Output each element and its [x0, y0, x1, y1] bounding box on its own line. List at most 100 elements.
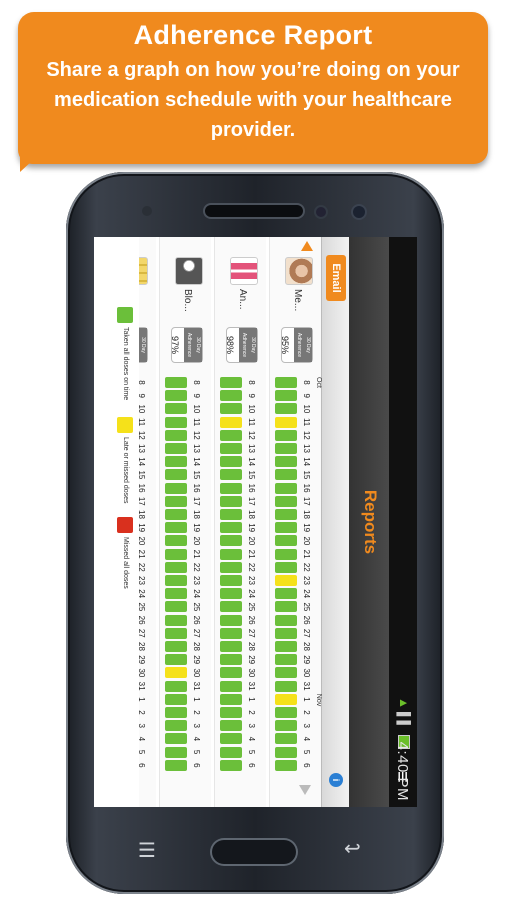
reports-app: ≡ ▲ ▌▌ 4:40 PM Reports Email i Oct Nov Me.… — [94, 237, 417, 807]
day-number: 4 — [302, 736, 311, 742]
day-number: 19 — [192, 523, 201, 533]
day-status-cell — [275, 759, 297, 771]
day-status-cell — [165, 759, 187, 771]
day-status-cell — [220, 759, 242, 771]
day-status-cell — [220, 707, 242, 718]
day-status-cell — [275, 575, 297, 586]
day-number: 14 — [247, 457, 256, 467]
day-status-cell — [275, 456, 297, 468]
title-bar: Reports — [349, 237, 389, 807]
day-number: 3 — [192, 723, 201, 728]
day-status-cell — [220, 509, 242, 520]
day-status-cell — [165, 746, 187, 758]
day-number: 20 — [247, 536, 256, 546]
info-icon[interactable]: i — [329, 773, 343, 787]
day-status-cell — [275, 667, 297, 679]
day-number: 24 — [302, 589, 311, 599]
wifi-icon: ▲ — [397, 697, 411, 709]
day-status-cell — [165, 627, 187, 639]
day-number: 8 — [302, 380, 311, 385]
day-number: 30 — [247, 668, 256, 678]
adherence-percent: 95% — [280, 335, 290, 354]
day-status-cell — [275, 548, 297, 560]
day-status-cell — [220, 575, 242, 586]
adherence-percent: 97% — [170, 335, 180, 354]
proximity-sensor-icon — [316, 207, 326, 217]
day-status-cell — [220, 416, 242, 428]
day-number: 12 — [192, 430, 201, 440]
day-status-cell — [165, 680, 187, 692]
legend-swatch — [117, 417, 133, 433]
day-number: 14 — [192, 457, 201, 467]
menu-key-icon[interactable]: ☰ — [138, 838, 156, 863]
day-status-cell — [275, 416, 297, 428]
day-number: 23 — [302, 576, 311, 585]
day-number: 11 — [302, 417, 311, 427]
day-number: 25 — [247, 602, 256, 612]
banner-title: Adherence Report — [133, 20, 373, 50]
day-number: 20 — [192, 536, 201, 546]
day-number: 29 — [247, 655, 256, 665]
day-status-cell — [165, 443, 187, 454]
medication-row[interactable]: Blo... 30 Day Adherence 97% 8 9 10 11 12 13 14 15 1… — [159, 237, 211, 807]
day-status-cell — [220, 667, 242, 679]
day-status-cell — [275, 377, 297, 388]
person-avatar-icon — [285, 257, 313, 285]
day-number: 3 — [302, 723, 311, 728]
day-number: 30 — [192, 668, 201, 678]
scroll-up-arrow-icon[interactable] — [301, 241, 313, 251]
day-number: 6 — [247, 763, 256, 768]
banner-subtitle: Share a graph on how you’re doing on you… — [46, 59, 460, 141]
day-status-cell — [165, 733, 187, 745]
day-number: 10 — [192, 404, 201, 414]
pink-capsule-icon — [230, 257, 258, 285]
day-number: 28 — [302, 642, 311, 651]
day-status-cell — [220, 548, 242, 560]
day-status-cell — [220, 627, 242, 639]
scroll-down-arrow-icon[interactable] — [299, 785, 311, 795]
day-number: 21 — [247, 549, 256, 559]
day-status-cell — [275, 733, 297, 745]
home-button[interactable] — [212, 840, 296, 864]
day-status-cell — [220, 469, 242, 481]
day-number: 29 — [192, 655, 201, 665]
email-button[interactable]: Email — [326, 255, 346, 301]
day-status-cell — [220, 482, 242, 494]
day-number: 21 — [192, 549, 201, 559]
day-number: 27 — [302, 628, 311, 638]
day-status-cell — [220, 614, 242, 626]
day-status-cell — [275, 482, 297, 494]
month-label: Oct — [315, 377, 322, 388]
day-status-cell — [275, 654, 297, 666]
day-number: 18 — [302, 510, 311, 519]
day-status-cell — [165, 509, 187, 520]
back-key-icon[interactable]: ↩ — [344, 836, 361, 861]
medication-name: An... — [237, 289, 248, 310]
day-status-cell — [220, 495, 242, 507]
day-number: 22 — [302, 562, 311, 572]
day-status-cell — [220, 654, 242, 666]
signal-icon: ▌▌ — [397, 711, 411, 729]
day-number: 12 — [302, 430, 311, 440]
day-number: 10 — [302, 404, 311, 414]
day-number: 8 — [192, 380, 201, 385]
day-status-cell — [165, 720, 187, 732]
medication-row[interactable]: An... 30 Day Adherence 98% 8 9 10 11 12 13 14 15 16… — [214, 237, 266, 807]
day-status-cell — [275, 601, 297, 613]
day-number: 20 — [302, 536, 311, 546]
day-number: 17 — [302, 496, 311, 506]
day-number: 24 — [192, 589, 201, 599]
day-number: 5 — [302, 749, 311, 755]
day-status-cell — [275, 469, 297, 481]
day-status-cell — [275, 693, 297, 705]
adherence-label: 30 Day Adherence — [239, 328, 257, 362]
day-status-cell — [220, 456, 242, 468]
day-number: 9 — [302, 393, 311, 398]
day-status-cell — [165, 416, 187, 428]
legend-swatch — [117, 517, 133, 533]
day-status-cell — [165, 601, 187, 613]
adherence-percent: 98% — [225, 335, 235, 354]
day-status-cell — [220, 733, 242, 745]
day-number: 3 — [247, 723, 256, 728]
medication-row[interactable]: Oct Nov Me... 30 Day Adherence 95% 8 9 10 11 12 13… — [269, 237, 322, 807]
